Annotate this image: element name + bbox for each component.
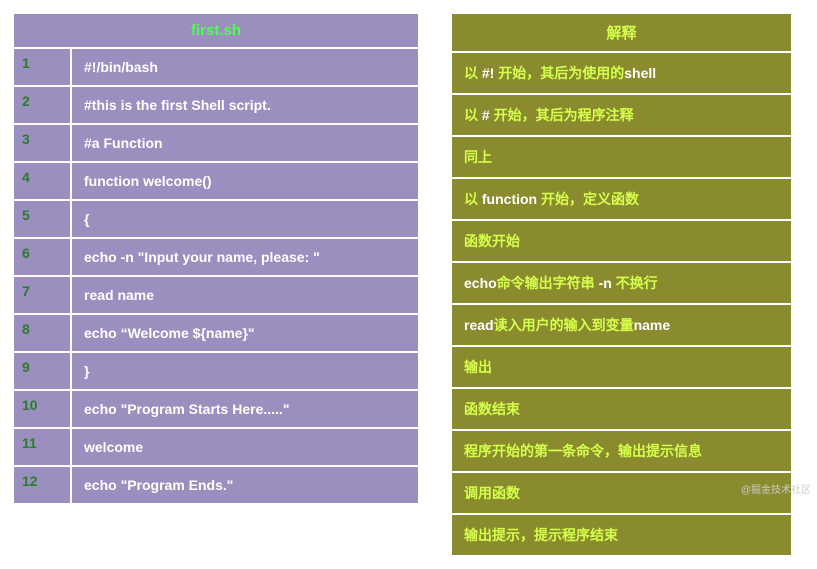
tables-container: first.sh 1#!/bin/bash2#this is the first… [12, 12, 805, 557]
explain-cell: read读入用户的输入到变量name [451, 304, 792, 346]
code-row: 10echo "Program Starts Here....." [13, 390, 419, 428]
line-number: 2 [13, 86, 71, 124]
explain-cell: 函数开始 [451, 220, 792, 262]
explain-cell: 以 # 开始，其后为程序注释 [451, 94, 792, 136]
code-table: first.sh 1#!/bin/bash2#this is the first… [12, 12, 420, 505]
code-row: 2#this is the first Shell script. [13, 86, 419, 124]
watermark: @掘金技术社区 [741, 481, 811, 496]
code-cell: echo "Program Starts Here....." [71, 390, 419, 428]
explain-table-header: 解释 [451, 13, 792, 52]
explain-cell: 函数结束 [451, 388, 792, 430]
explain-cell: 输出 [451, 346, 792, 388]
code-row: 5{ [13, 200, 419, 238]
line-number: 4 [13, 162, 71, 200]
code-cell: welcome [71, 428, 419, 466]
code-cell: } [71, 352, 419, 390]
explain-row: 程序开始的第一条命令，输出提示信息 [451, 430, 792, 472]
code-table-header: first.sh [13, 13, 419, 48]
code-cell: read name [71, 276, 419, 314]
explain-row: read读入用户的输入到变量name [451, 304, 792, 346]
explain-cell: 以 function 开始，定义函数 [451, 178, 792, 220]
code-row: 1#!/bin/bash [13, 48, 419, 86]
line-number: 3 [13, 124, 71, 162]
explain-cell: echo命令输出字符串 -n 不换行 [451, 262, 792, 304]
explain-panel: 解释 以 #! 开始，其后为使用的shell以 # 开始，其后为程序注释同上以 … [450, 12, 793, 557]
line-number: 5 [13, 200, 71, 238]
code-cell: #!/bin/bash [71, 48, 419, 86]
explain-row: 函数结束 [451, 388, 792, 430]
line-number: 1 [13, 48, 71, 86]
code-row: 9} [13, 352, 419, 390]
explain-cell: 以 #! 开始，其后为使用的shell [451, 52, 792, 94]
explain-row: 输出提示，提示程序结束 [451, 514, 792, 556]
code-row: 11welcome [13, 428, 419, 466]
explain-row: echo命令输出字符串 -n 不换行 [451, 262, 792, 304]
line-number: 12 [13, 466, 71, 504]
explain-row: 以 # 开始，其后为程序注释 [451, 94, 792, 136]
explain-cell: 输出提示，提示程序结束 [451, 514, 792, 556]
code-row: 3#a Function [13, 124, 419, 162]
line-number: 7 [13, 276, 71, 314]
code-cell: echo -n "Input your name, please: " [71, 238, 419, 276]
explain-cell: 同上 [451, 136, 792, 178]
explain-row: 函数开始 [451, 220, 792, 262]
code-cell: #a Function [71, 124, 419, 162]
code-row: 4function welcome() [13, 162, 419, 200]
code-row: 6echo -n "Input your name, please: " [13, 238, 419, 276]
line-number: 11 [13, 428, 71, 466]
explain-table: 解释 以 #! 开始，其后为使用的shell以 # 开始，其后为程序注释同上以 … [450, 12, 793, 557]
code-row: 8echo “Welcome ${name}" [13, 314, 419, 352]
explain-row: 同上 [451, 136, 792, 178]
line-number: 10 [13, 390, 71, 428]
explain-row: 输出 [451, 346, 792, 388]
code-panel: first.sh 1#!/bin/bash2#this is the first… [12, 12, 420, 557]
line-number: 6 [13, 238, 71, 276]
explain-row: 以 function 开始，定义函数 [451, 178, 792, 220]
code-cell: echo "Program Ends." [71, 466, 419, 504]
code-cell: echo “Welcome ${name}" [71, 314, 419, 352]
code-cell: #this is the first Shell script. [71, 86, 419, 124]
explain-row: 以 #! 开始，其后为使用的shell [451, 52, 792, 94]
line-number: 9 [13, 352, 71, 390]
code-cell: function welcome() [71, 162, 419, 200]
code-row: 12echo "Program Ends." [13, 466, 419, 504]
code-row: 7read name [13, 276, 419, 314]
line-number: 8 [13, 314, 71, 352]
explain-cell: 程序开始的第一条命令，输出提示信息 [451, 430, 792, 472]
code-cell: { [71, 200, 419, 238]
